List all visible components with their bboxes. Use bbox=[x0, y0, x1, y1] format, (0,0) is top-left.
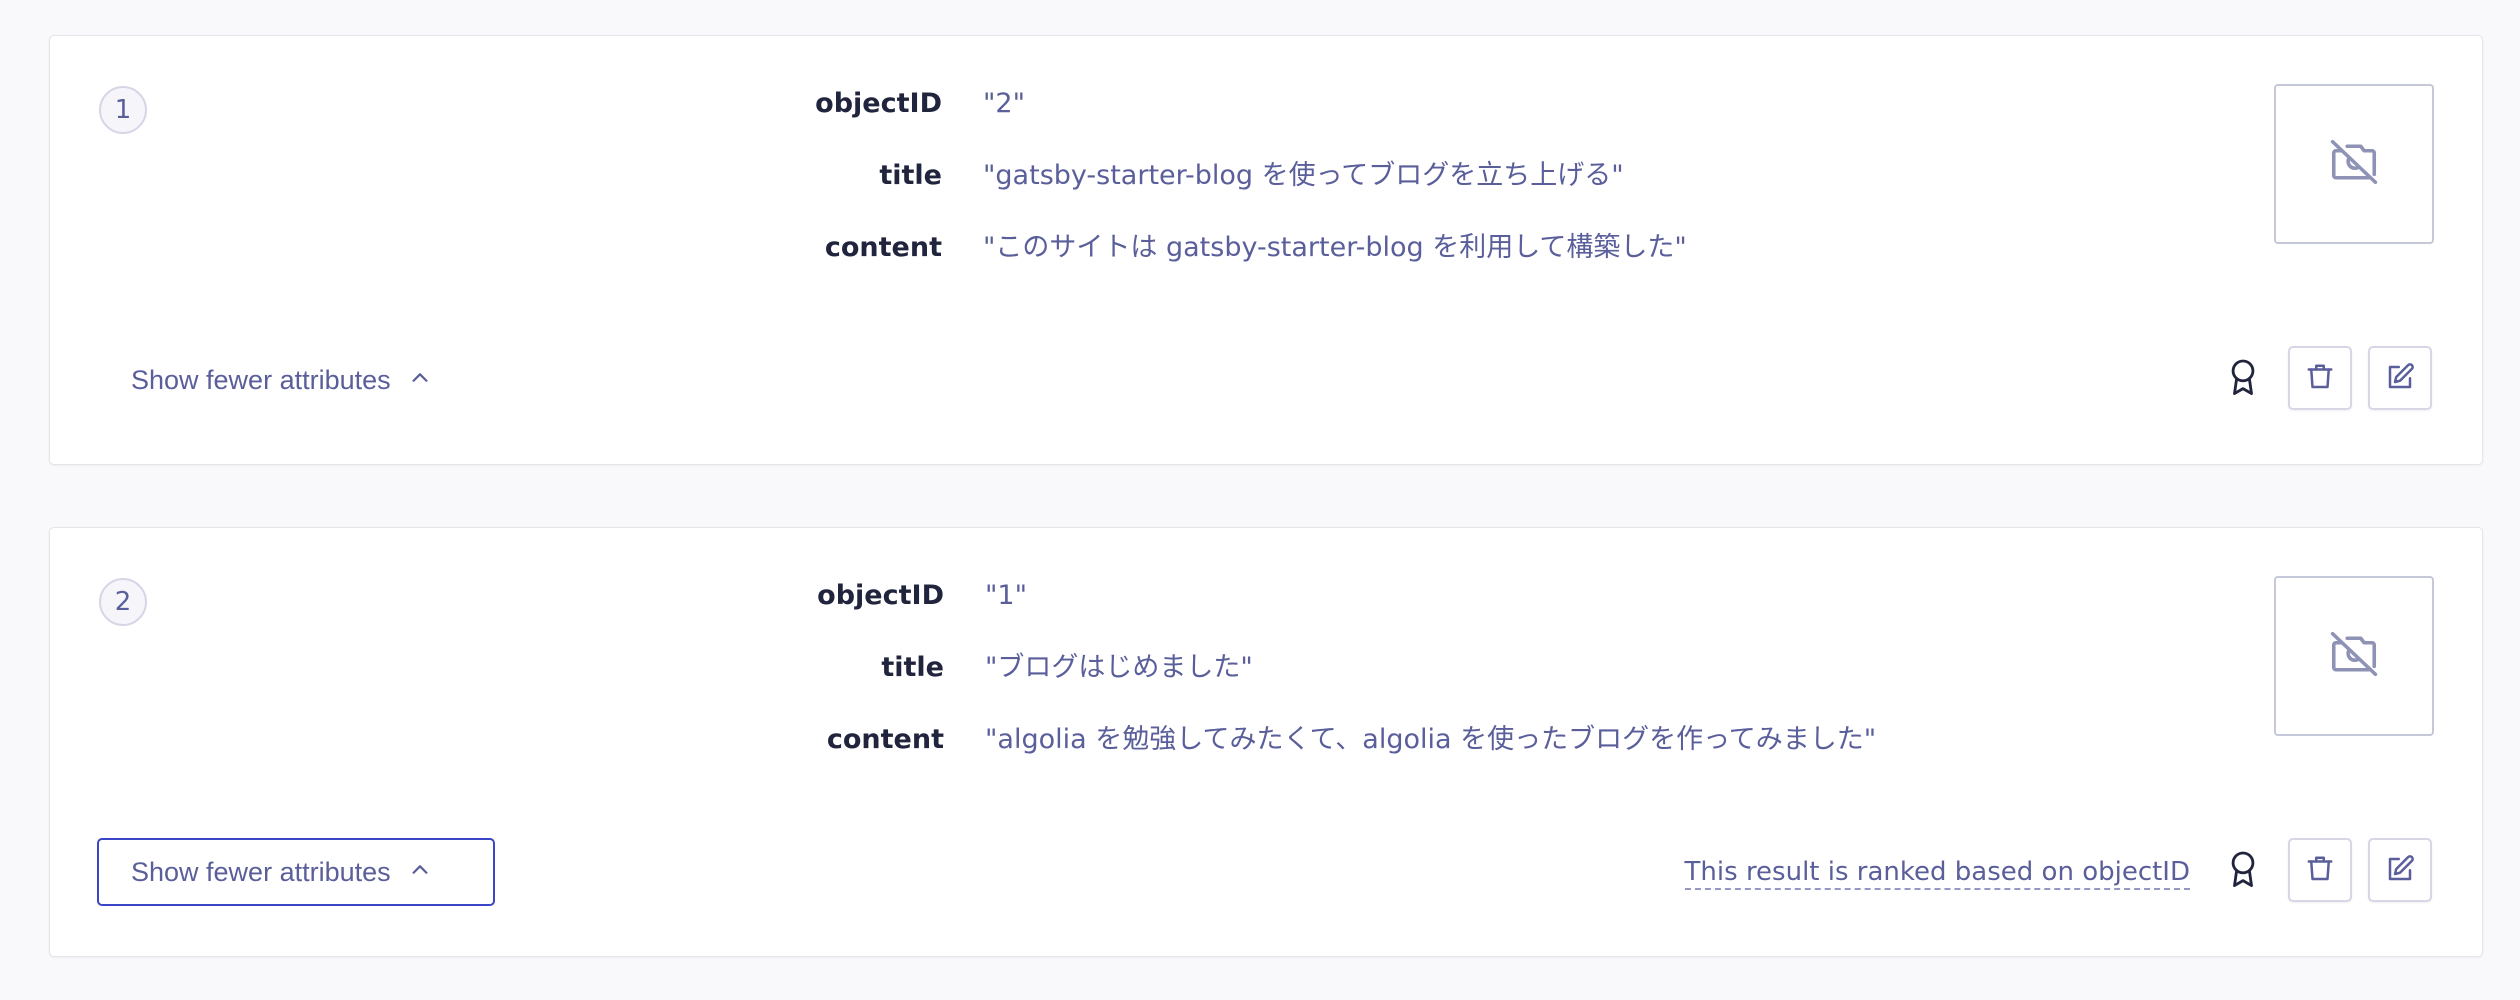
chevron-up-icon bbox=[409, 857, 431, 888]
toggle-label: Show fewer attributes bbox=[131, 856, 391, 887]
attribute-value: "2" bbox=[983, 88, 1026, 119]
ribbon-icon[interactable] bbox=[2223, 354, 2263, 402]
ranking-explanation-link[interactable]: This result is ranked based on objectID bbox=[1684, 856, 2190, 890]
image-placeholder bbox=[2274, 84, 2434, 244]
trash-icon bbox=[2305, 362, 2335, 395]
attribute-key: title bbox=[881, 652, 944, 683]
hit-card: 2 objectID "1" title "ブログはじめました" content… bbox=[49, 527, 2483, 957]
attribute-value: "algolia を勉強してみたくて、algolia を使ったブログを作ってみま… bbox=[985, 724, 1877, 755]
attribute-key: objectID bbox=[817, 580, 944, 611]
delete-record-button[interactable] bbox=[2288, 346, 2352, 410]
hit-card: 1 objectID "2" title "gatsby-starter-blo… bbox=[49, 35, 2483, 465]
edit-record-button[interactable] bbox=[2368, 838, 2432, 902]
trash-icon bbox=[2305, 854, 2335, 887]
edit-icon bbox=[2385, 854, 2415, 887]
attribute-value: "1" bbox=[985, 580, 1028, 611]
attribute-key: title bbox=[879, 160, 942, 191]
attribute-value: "ブログはじめました" bbox=[985, 652, 1253, 683]
attribute-key: content bbox=[826, 724, 944, 755]
chevron-up-icon bbox=[409, 365, 431, 396]
delete-record-button[interactable] bbox=[2288, 838, 2352, 902]
show-fewer-attributes-button[interactable]: Show fewer attributes bbox=[97, 838, 495, 906]
attribute-value: "gatsby-starter-blog を使ってブログを立ち上げる" bbox=[983, 160, 1624, 191]
show-fewer-attributes-button[interactable]: Show fewer attributes bbox=[97, 346, 495, 414]
edit-icon bbox=[2385, 362, 2415, 395]
rank-badge: 2 bbox=[99, 578, 147, 626]
search-results-list: 1 objectID "2" title "gatsby-starter-blo… bbox=[0, 0, 2520, 1000]
ribbon-icon[interactable] bbox=[2223, 846, 2263, 894]
attribute-key: objectID bbox=[815, 88, 942, 119]
rank-badge: 1 bbox=[99, 86, 147, 134]
attribute-key: content bbox=[824, 232, 942, 263]
camera-off-icon bbox=[2327, 135, 2381, 193]
edit-record-button[interactable] bbox=[2368, 346, 2432, 410]
image-placeholder bbox=[2274, 576, 2434, 736]
attribute-value: "このサイトは gatsby-starter-blog を利用して構築した" bbox=[983, 232, 1687, 263]
toggle-label: Show fewer attributes bbox=[131, 364, 391, 395]
camera-off-icon bbox=[2327, 627, 2381, 685]
